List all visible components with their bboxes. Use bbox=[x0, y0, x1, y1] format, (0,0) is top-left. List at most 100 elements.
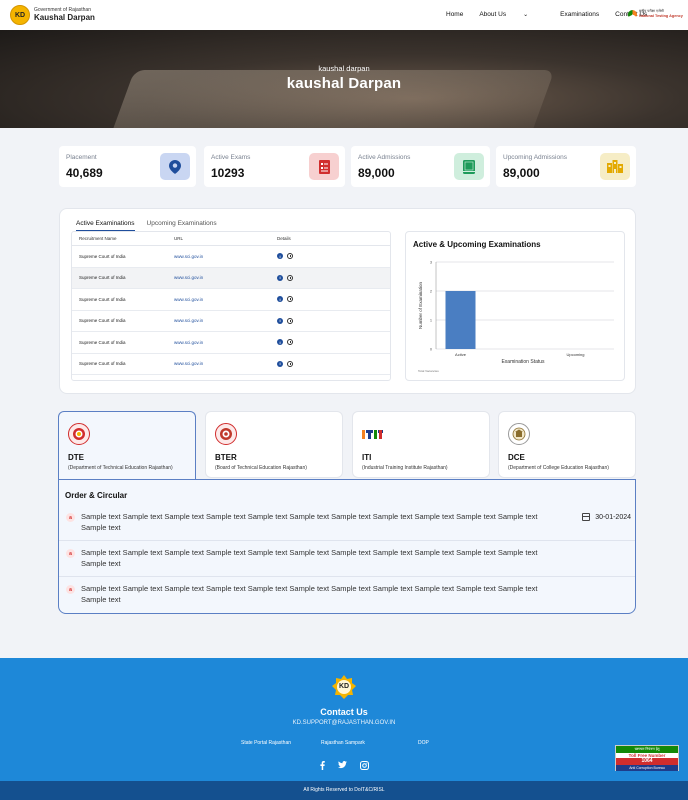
chevron-down-icon: ⌄ bbox=[523, 12, 529, 18]
calendar-icon bbox=[582, 513, 591, 521]
stat-value: 40,689 bbox=[66, 166, 103, 180]
clock-icon[interactable] bbox=[287, 296, 293, 303]
recruitment-url[interactable]: www.sci.gov.in bbox=[174, 318, 277, 323]
tab-active-examinations[interactable]: Active Examinations bbox=[76, 220, 135, 231]
pdf-icon: a bbox=[66, 513, 75, 522]
info-icon[interactable]: i bbox=[277, 360, 283, 367]
clock-icon[interactable] bbox=[287, 317, 293, 324]
site-logo[interactable]: KD Government of Rajasthan Kaushal Darpa… bbox=[10, 5, 95, 25]
col-recruitment-name: Recruitment Name bbox=[79, 236, 117, 241]
info-icon[interactable]: i bbox=[277, 296, 283, 303]
recruitment-url[interactable]: www.sci.gov.in bbox=[174, 361, 277, 366]
chart-y-axis-label: Number of Examination bbox=[418, 281, 423, 329]
logo-title: Kaushal Darpan bbox=[34, 13, 95, 22]
recruitment-url[interactable]: www.sci.gov.in bbox=[174, 254, 277, 259]
stat-value: 89,000 bbox=[358, 166, 395, 180]
nav-examinations[interactable]: Examinations bbox=[560, 11, 599, 18]
exam-chart-card: Active & Upcoming Examinations 0 1 2 3 Activ… bbox=[405, 231, 625, 381]
dept-card-dce[interactable]: DCE (Department of College Education Raj… bbox=[498, 411, 636, 478]
footer-link-dop[interactable]: DOP bbox=[418, 740, 429, 746]
tollfree-top-text: भ्रष्टाचार नियंत्रण हेतु bbox=[616, 746, 678, 753]
clock-icon[interactable] bbox=[287, 339, 293, 346]
circular-date-text: 30-01-2024 bbox=[595, 513, 631, 521]
circular-text[interactable]: Sample text Sample text Sample text Samp… bbox=[81, 511, 543, 533]
circular-text[interactable]: Sample text Sample text Sample text Samp… bbox=[81, 583, 543, 605]
table-row: Supreme Court of India www.sci.gov.in i bbox=[72, 332, 390, 354]
dept-name: ITI bbox=[362, 453, 372, 462]
dept-card-iti[interactable]: ITI (Industrial Training Institute Rajas… bbox=[352, 411, 490, 478]
instagram-icon[interactable] bbox=[359, 760, 369, 770]
hero-title: kaushal Darpan bbox=[286, 75, 402, 92]
dte-seal-icon bbox=[68, 423, 90, 445]
info-icon[interactable]: i bbox=[277, 317, 283, 324]
table-row: Supreme Court of India www.sci.gov.in i bbox=[72, 289, 390, 311]
dce-seal-icon bbox=[508, 423, 530, 445]
building-icon bbox=[600, 153, 630, 180]
footer-email[interactable]: KD.SUPPORT@RAJASTHAN.GOV.IN bbox=[0, 720, 688, 726]
tollfree-bottom-text: Anti Corruption Bureau bbox=[616, 765, 678, 771]
dept-full-name: (Department of Technical Education Rajas… bbox=[68, 465, 173, 471]
table-row: Supreme Court of India www.sci.gov.in i bbox=[72, 267, 390, 289]
info-icon[interactable]: i bbox=[277, 339, 283, 346]
circular-item[interactable]: a Sample text Sample text Sample text Sa… bbox=[59, 505, 635, 541]
circular-item[interactable]: a Sample text Sample text Sample text Sa… bbox=[59, 541, 635, 577]
stat-card-placement: Placement 40,689 bbox=[59, 146, 196, 187]
info-icon[interactable]: i bbox=[277, 253, 283, 260]
dept-full-name: (Department of College Education Rajasth… bbox=[508, 465, 609, 471]
chart-x-tick-label: Upcoming bbox=[566, 352, 584, 357]
stat-label: Upcoming Admissions bbox=[503, 154, 567, 161]
pdf-icon: a bbox=[66, 549, 75, 558]
clock-icon[interactable] bbox=[287, 253, 293, 260]
recruitment-name: Supreme Court of India bbox=[79, 253, 126, 259]
exam-tabs: Active Examinations Upcoming Examination… bbox=[76, 220, 229, 231]
examinations-panel: Active Examinations Upcoming Examination… bbox=[59, 208, 636, 394]
nta-logo[interactable]: राष्ट्रीय परीक्षा एजेंसी National Testin… bbox=[628, 9, 683, 21]
clock-icon[interactable] bbox=[287, 274, 293, 281]
nav-home[interactable]: Home bbox=[446, 11, 463, 18]
location-pin-icon bbox=[160, 153, 190, 180]
top-navbar: KD Government of Rajasthan Kaushal Darpa… bbox=[0, 0, 688, 30]
col-url: URL bbox=[174, 236, 184, 241]
stat-value: 10293 bbox=[211, 166, 245, 180]
recruitment-url[interactable]: www.sci.gov.in bbox=[174, 340, 277, 345]
stat-card-active-exams: Active Exams 10293 bbox=[204, 146, 345, 187]
order-circular-panel: Order & Circular a Sample text Sample te… bbox=[58, 479, 636, 614]
chart-x-axis-label: Examination Status bbox=[501, 359, 545, 365]
bter-seal-icon bbox=[215, 423, 237, 445]
dept-card-dte[interactable]: DTE (Department of Technical Education R… bbox=[58, 411, 196, 481]
hero-banner: kaushal darpan kaushal Darpan bbox=[0, 30, 688, 128]
stat-card-upcoming-admissions: Upcoming Admissions 89,000 bbox=[496, 146, 636, 187]
twitter-icon[interactable] bbox=[337, 760, 347, 770]
footer-link-rajasthan-sampark[interactable]: Rajasthan Sampark bbox=[321, 740, 365, 746]
copyright-text: All Rights Reserved to DoIT&C/RISL bbox=[303, 787, 385, 793]
hero-subtitle: kaushal darpan bbox=[318, 64, 370, 73]
recruitment-url[interactable]: www.sci.gov.in bbox=[174, 275, 277, 280]
examinations-table: Recruitment Name URL Details Supreme Cou… bbox=[71, 231, 391, 381]
tab-upcoming-examinations[interactable]: Upcoming Examinations bbox=[147, 220, 217, 231]
table-row: Supreme Court of India www.sci.gov.in i bbox=[72, 354, 390, 375]
info-icon[interactable]: i bbox=[277, 274, 283, 281]
order-circular-title: Order & Circular bbox=[65, 491, 128, 500]
footer-contact-title: Contact Us bbox=[320, 707, 368, 717]
circular-item[interactable]: a Sample text Sample text Sample text Sa… bbox=[59, 577, 635, 613]
dept-full-name: (Board of Technical Education Rajasthan) bbox=[215, 465, 307, 471]
chart-y-tick-label: 3 bbox=[430, 261, 432, 265]
recruitment-url[interactable]: www.sci.gov.in bbox=[174, 297, 277, 302]
exam-sheet-icon bbox=[309, 153, 339, 180]
circular-text[interactable]: Sample text Sample text Sample text Samp… bbox=[81, 547, 543, 569]
dept-card-bter[interactable]: BTER (Board of Technical Education Rajas… bbox=[205, 411, 343, 478]
dept-name: DCE bbox=[508, 453, 525, 462]
footer-logo-text: KD bbox=[338, 683, 350, 690]
chart-bar bbox=[445, 291, 476, 349]
nav-about-us[interactable]: About Us ⌄ bbox=[479, 11, 544, 18]
col-details: Details bbox=[277, 236, 291, 241]
exam-bar-chart: 0 1 2 3 Active Upcoming Examination Status Numb… bbox=[418, 261, 614, 373]
footer-link-state-portal[interactable]: State Portal Rajasthan bbox=[241, 740, 291, 746]
copyright-bar: All Rights Reserved to DoIT&C/RISL bbox=[0, 781, 688, 800]
facebook-icon[interactable] bbox=[317, 760, 327, 770]
stat-value: 89,000 bbox=[503, 166, 540, 180]
chart-x-tick-label: Active bbox=[455, 352, 467, 357]
clock-icon[interactable] bbox=[287, 360, 293, 367]
dept-name: DTE bbox=[68, 453, 84, 462]
toll-free-banner[interactable]: भ्रष्टाचार नियंत्रण हेतु Toll Free Numbe… bbox=[615, 745, 679, 771]
